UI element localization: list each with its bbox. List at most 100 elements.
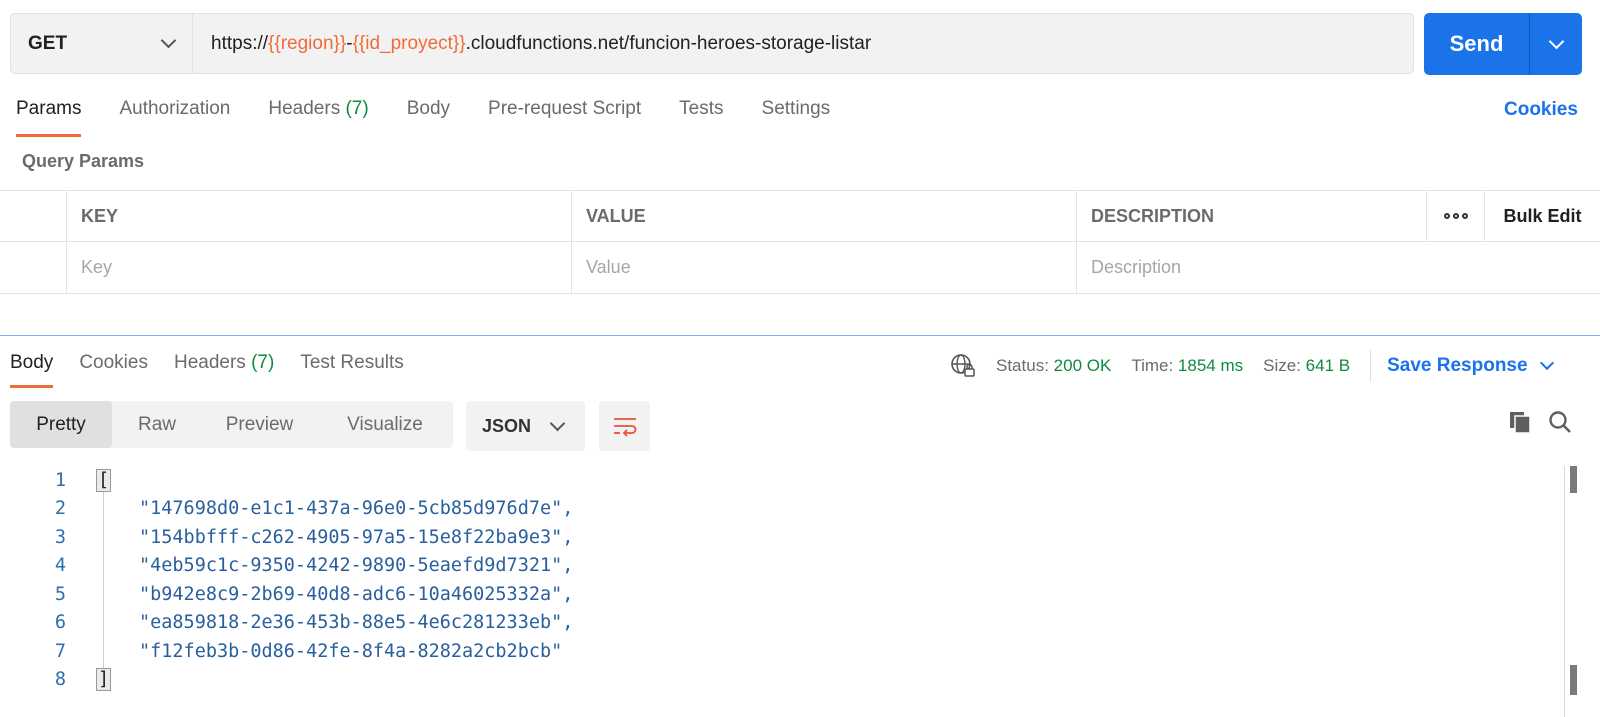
line-content: "147698d0-e1c1-437a-96e0-5cb85d976d7e", xyxy=(139,498,574,520)
tab-prerequest-script[interactable]: Pre-request Script xyxy=(488,98,641,138)
line-content: "4eb59c1c-9350-4242-9890-5eaefd9d7321", xyxy=(139,555,574,577)
tab-response-body[interactable]: Body xyxy=(10,352,54,388)
response-body-editor[interactable]: 1 [ 2 "147698d0-e1c1-437a-96e0-5cb85d976… xyxy=(0,466,1560,694)
line-content: "154bbfff-c262-4905-97a5-15e8f22ba9e3", xyxy=(139,526,574,548)
save-response-button[interactable]: Save Response xyxy=(1387,355,1554,377)
time-value: 1854 ms xyxy=(1177,356,1244,375)
tab-response-cookies[interactable]: Cookies xyxy=(79,352,148,374)
url-input[interactable]: https://{{region}} - {{id_proyect}} .cloudf… xyxy=(193,14,1413,73)
chevron-down-icon xyxy=(160,32,177,49)
tab-response-headers[interactable]: Headers (7) xyxy=(174,352,274,374)
headers-count: (7) xyxy=(345,98,369,119)
code-line: 2 "147698d0-e1c1-437a-96e0-5cb85d976d7e"… xyxy=(0,495,1560,524)
separator xyxy=(1370,350,1372,382)
line-content: "f12feb3b-0d86-42fe-8f4a-8282a2cb2bcb" xyxy=(139,640,563,662)
row-checkbox-cell xyxy=(0,242,67,293)
tab-test-results[interactable]: Test Results xyxy=(300,352,403,374)
tab-headers[interactable]: Headers (7) xyxy=(268,98,368,138)
wrap-lines-icon xyxy=(613,418,636,437)
url-part: .cloudfunctions.net/funcion-heroes-stora… xyxy=(465,32,872,54)
line-number: 5 xyxy=(54,583,66,605)
chevron-down-icon xyxy=(1539,355,1554,371)
code-line: 4 "4eb59c1c-9350-4242-9890-5eaefd9d7321"… xyxy=(0,552,1560,581)
size-info[interactable]: Size: 641 B xyxy=(1263,356,1350,376)
value-input[interactable]: Value xyxy=(572,242,1077,293)
send-options-button[interactable] xyxy=(1530,13,1582,75)
scrollbar-thumb[interactable] xyxy=(1570,466,1577,493)
code-line: 7 "f12feb3b-0d86-42fe-8f4a-8282a2cb2bcb" xyxy=(0,637,1560,666)
url-part: https:// xyxy=(211,32,269,54)
visualize-button[interactable]: Visualize xyxy=(317,401,453,448)
time-label: Time: xyxy=(1131,356,1174,375)
search-icon[interactable] xyxy=(1548,410,1572,434)
column-header-description: DESCRIPTION xyxy=(1077,191,1427,241)
line-number: 4 xyxy=(54,555,66,577)
request-tabs: Params Authorization Headers (7) Body Pr… xyxy=(16,98,868,138)
tab-body[interactable]: Body xyxy=(407,98,450,138)
send-button[interactable]: Send xyxy=(1424,13,1530,75)
code-line: 3 "154bbfff-c262-4905-97a5-15e8f22ba9e3"… xyxy=(0,523,1560,552)
line-number: 7 xyxy=(54,640,66,662)
tab-settings[interactable]: Settings xyxy=(762,98,831,138)
response-headers-count: (7) xyxy=(251,352,275,373)
format-select[interactable]: JSON xyxy=(466,401,585,451)
response-status-bar: Status: 200 OK Time: 1854 ms Size: 641 B… xyxy=(950,350,1554,382)
tab-params[interactable]: Params xyxy=(16,98,82,138)
code-line: 6 "ea859818-2e36-453b-88e5-4e6c281233eb"… xyxy=(0,609,1560,638)
bracket-close: ] xyxy=(96,668,112,692)
pretty-button[interactable]: Pretty xyxy=(10,401,112,448)
column-header-value: VALUE xyxy=(572,191,1077,241)
line-number: 6 xyxy=(54,612,66,634)
status-value: 200 OK xyxy=(1053,356,1112,375)
code-line: 1 [ xyxy=(0,466,1560,495)
checkbox-column-header xyxy=(0,191,67,241)
line-content: [ xyxy=(66,468,112,492)
line-content: "b942e8c9-2b69-40d8-adc6-10a46025332a", xyxy=(139,583,574,605)
tab-tests[interactable]: Tests xyxy=(679,98,723,138)
line-number: 1 xyxy=(54,469,66,491)
description-input[interactable]: Description xyxy=(1077,242,1600,293)
url-variable-region: {{region}} xyxy=(268,32,347,54)
line-number: 2 xyxy=(54,498,66,520)
query-params-title: Query Params xyxy=(22,151,145,171)
request-bar: GET https://{{region}} - {{id_proyect}} .cl… xyxy=(10,13,1414,74)
response-tabs: Body Cookies Headers (7) Test Results xyxy=(10,352,430,388)
scrollbar-marker xyxy=(1570,665,1577,695)
status-info[interactable]: Status: 200 OK xyxy=(996,356,1111,376)
method-select[interactable]: GET xyxy=(11,14,193,73)
more-dots-icon xyxy=(1443,213,1468,219)
time-info[interactable]: Time: 1854 ms xyxy=(1131,356,1243,376)
scrollbar-track xyxy=(1564,466,1565,717)
save-response-label: Save Response xyxy=(1387,355,1528,376)
table-row: Key Value Description xyxy=(0,242,1600,294)
key-input[interactable]: Key xyxy=(67,242,572,293)
code-line: 8 ] xyxy=(0,666,1560,695)
preview-button[interactable]: Preview xyxy=(202,401,317,448)
chevron-down-icon xyxy=(1548,33,1564,49)
size-value: 641 B xyxy=(1305,356,1351,375)
raw-button[interactable]: Raw xyxy=(112,401,202,448)
method-label: GET xyxy=(28,32,68,54)
tab-authorization[interactable]: Authorization xyxy=(119,98,230,138)
copy-icon[interactable] xyxy=(1508,410,1532,434)
column-header-key: KEY xyxy=(67,191,572,241)
more-options-button[interactable] xyxy=(1427,191,1485,241)
bracket-open: [ xyxy=(96,468,112,492)
bulk-edit-button[interactable]: Bulk Edit xyxy=(1485,191,1600,241)
chevron-down-icon xyxy=(549,415,566,431)
pane-divider[interactable] xyxy=(0,335,1600,336)
globe-lock-icon[interactable] xyxy=(950,353,976,379)
url-variable-project: {{id_proyect}} xyxy=(352,32,466,54)
wrap-lines-button[interactable] xyxy=(599,401,650,451)
tab-response-headers-label: Headers xyxy=(173,352,246,373)
cookies-link[interactable]: Cookies xyxy=(1504,99,1578,121)
line-number: 3 xyxy=(54,526,66,548)
tab-headers-label: Headers xyxy=(268,98,341,119)
code-line: 5 "b942e8c9-2b69-40d8-adc6-10a46025332a"… xyxy=(0,580,1560,609)
line-number: 8 xyxy=(54,669,66,691)
table-header-row: KEY VALUE DESCRIPTION Bulk Edit xyxy=(0,190,1600,242)
format-label: JSON xyxy=(482,415,532,436)
line-content: "ea859818-2e36-453b-88e5-4e6c281233eb", xyxy=(139,612,574,634)
query-params-table: KEY VALUE DESCRIPTION Bulk Edit Key Valu… xyxy=(0,190,1600,294)
send-button-group: Send xyxy=(1424,13,1582,75)
